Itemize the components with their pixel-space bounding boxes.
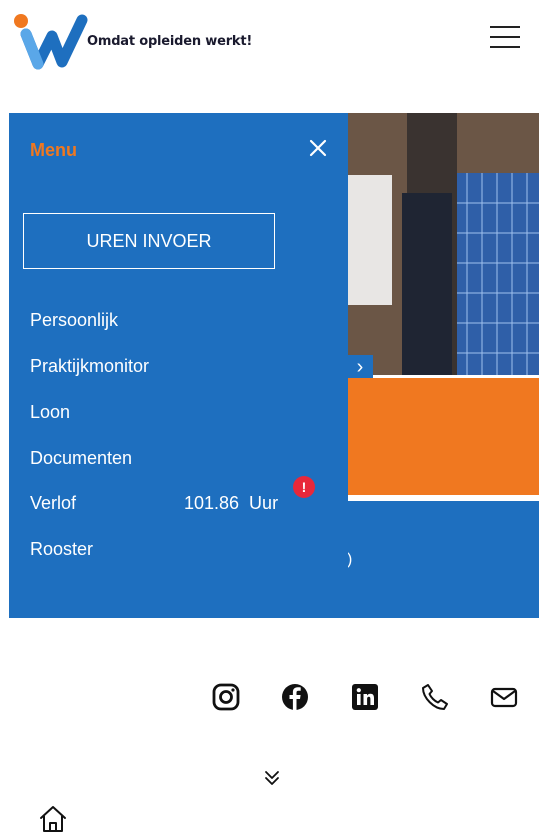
facebook-icon[interactable] — [280, 682, 310, 712]
promo-banner — [347, 378, 539, 495]
tagline: Omdat opleiden werkt! — [87, 34, 253, 49]
close-icon[interactable] — [306, 136, 330, 160]
alert-badge: ! — [293, 476, 315, 498]
menu-item-verlof[interactable]: Verlof — [30, 493, 76, 514]
menu-item-rooster[interactable]: Rooster — [30, 539, 93, 560]
w-logo-icon[interactable] — [12, 12, 92, 70]
chevron-double-down-icon[interactable] — [262, 768, 282, 788]
linkedin-icon[interactable] — [350, 682, 380, 712]
home-icon[interactable] — [38, 804, 68, 832]
info-band: ) — [347, 501, 539, 618]
phone-icon[interactable] — [420, 682, 450, 712]
header: Omdat opleiden werkt! — [0, 0, 539, 80]
hamburger-icon[interactable] — [490, 26, 520, 50]
menu-title: Menu — [30, 140, 77, 160]
menu-item-loon[interactable]: Loon — [30, 402, 70, 423]
verlof-balance: 101.86 Uur — [184, 493, 279, 513]
mail-icon[interactable] — [489, 682, 519, 712]
menu-item-persoonlijk[interactable]: Persoonlijk — [30, 310, 118, 331]
menu-item-documenten[interactable]: Documenten — [30, 448, 132, 469]
hours-entry-button[interactable]: UREN INVOER — [23, 213, 275, 269]
menu-item-praktijkmonitor[interactable]: Praktijkmonitor — [30, 356, 149, 377]
side-menu: Menu UREN INVOER Persoonlijk Praktijkmon… — [9, 113, 348, 618]
hero-image — [347, 113, 539, 375]
instagram-icon[interactable] — [211, 682, 241, 712]
